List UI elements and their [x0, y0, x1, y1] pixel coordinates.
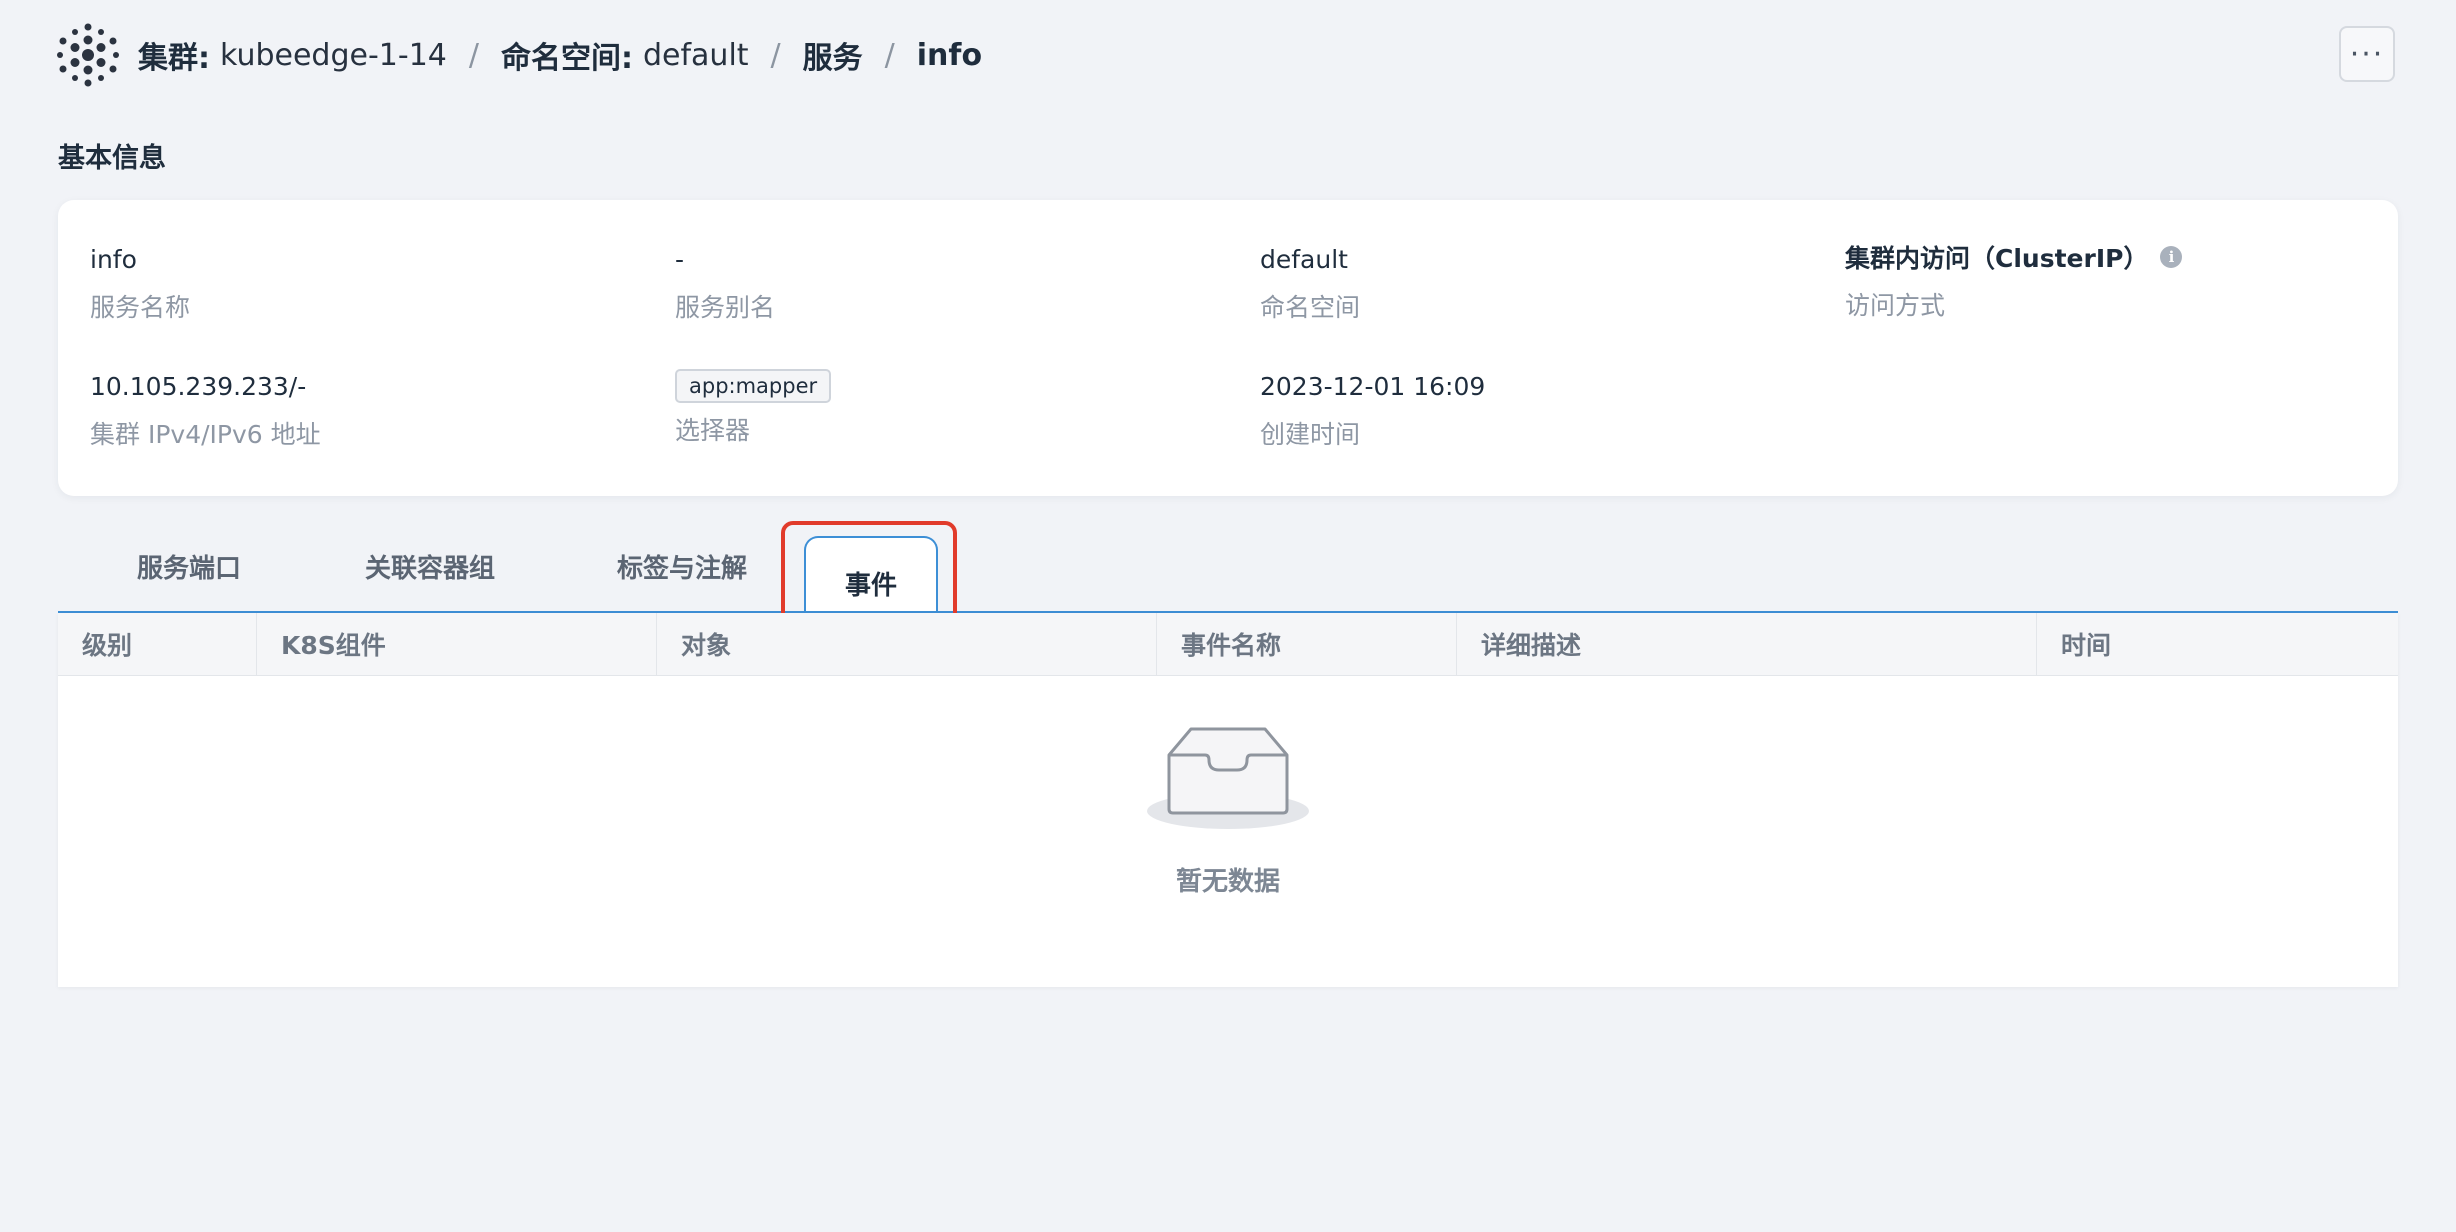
info-label: 创建时间 [1260, 420, 1361, 449]
breadcrumb-separator: / [468, 37, 479, 73]
info-value: default [1260, 244, 1348, 274]
breadcrumb-namespace-key: 命名空间: [500, 41, 633, 76]
info-label: 服务名称 [90, 293, 191, 322]
info-namespace: default 命名空间 [1260, 242, 1360, 324]
info-access-method: 集群内访问（ClusterIP） i 访问方式 [1845, 240, 2183, 322]
info-value: 2023-12-01 16:09 [1260, 371, 1486, 401]
info-label: 命名空间 [1260, 293, 1361, 322]
breadcrumb-cluster-key: 集群: [138, 41, 210, 76]
selector-tag: app:mapper [675, 369, 832, 403]
breadcrumb-namespace-link[interactable]: default [643, 38, 749, 73]
events-table: 级别 K8S组件 对象 事件名称 详细描述 时间 暂无数据 [58, 613, 2398, 987]
detail-tabs: 服务端口 关联容器组 标签与注解 事件 [58, 520, 2398, 629]
info-label: 集群 IPv4/IPv6 地址 [90, 420, 321, 449]
breadcrumb: 集群: kubeedge-1-14 / 命名空间: default / 服务 /… [138, 33, 982, 77]
column-header-time[interactable]: 时间 [2037, 613, 2398, 675]
page-header: 集群: kubeedge-1-14 / 命名空间: default / 服务 /… [56, 22, 982, 88]
breadcrumb-current: info [916, 37, 983, 73]
info-value-row: 集群内访问（ClusterIP） i [1845, 240, 2183, 274]
breadcrumb-cluster-link[interactable]: kubeedge-1-14 [220, 38, 447, 73]
column-header-event-name[interactable]: 事件名称 [1157, 613, 1457, 675]
info-service-alias: - 服务别名 [675, 242, 775, 324]
empty-state: 暂无数据 [58, 675, 2398, 987]
basic-info-card: info 服务名称 - 服务别名 default 命名空间 集群内访问（Clus… [58, 200, 2398, 496]
info-icon[interactable]: i [2160, 246, 2183, 268]
info-created-time: 2023-12-01 16:09 创建时间 [1260, 369, 1485, 451]
info-value: 10.105.239.233/- [90, 371, 307, 401]
info-label: 服务别名 [675, 293, 776, 322]
info-value: 集群内访问（ClusterIP） [1845, 244, 2149, 273]
kubeedge-logo-icon [57, 23, 119, 87]
info-value-row: app:mapper [675, 369, 832, 403]
info-label: 选择器 [675, 416, 751, 445]
info-selector: app:mapper 选择器 [675, 369, 832, 447]
breadcrumb-separator: / [884, 37, 895, 73]
more-actions-button[interactable]: ··· [2339, 26, 2395, 82]
column-header-k8s-component[interactable]: K8S组件 [257, 613, 657, 675]
section-title-basic-info: 基本信息 [58, 143, 166, 174]
breadcrumb-separator: / [770, 37, 781, 73]
info-service-name: info 服务名称 [90, 242, 190, 324]
info-cluster-ip: 10.105.239.233/- 集群 IPv4/IPv6 地址 [90, 369, 321, 451]
empty-state-text: 暂无数据 [1175, 867, 1280, 897]
table-header: 级别 K8S组件 对象 事件名称 详细描述 时间 [58, 613, 2398, 676]
column-header-description[interactable]: 详细描述 [1457, 613, 2037, 675]
tab-related-pods[interactable]: 关联容器组 [340, 520, 520, 612]
tab-labels-annotations[interactable]: 标签与注解 [592, 520, 772, 612]
breadcrumb-service-link[interactable]: 服务 [803, 33, 863, 77]
column-header-level[interactable]: 级别 [58, 613, 257, 675]
info-value: - [675, 244, 685, 274]
info-value: info [90, 244, 137, 274]
column-header-object[interactable]: 对象 [657, 613, 1157, 675]
empty-inbox-icon [1147, 727, 1309, 829]
info-label: 访问方式 [1845, 291, 1946, 320]
tab-service-ports[interactable]: 服务端口 [118, 520, 260, 612]
